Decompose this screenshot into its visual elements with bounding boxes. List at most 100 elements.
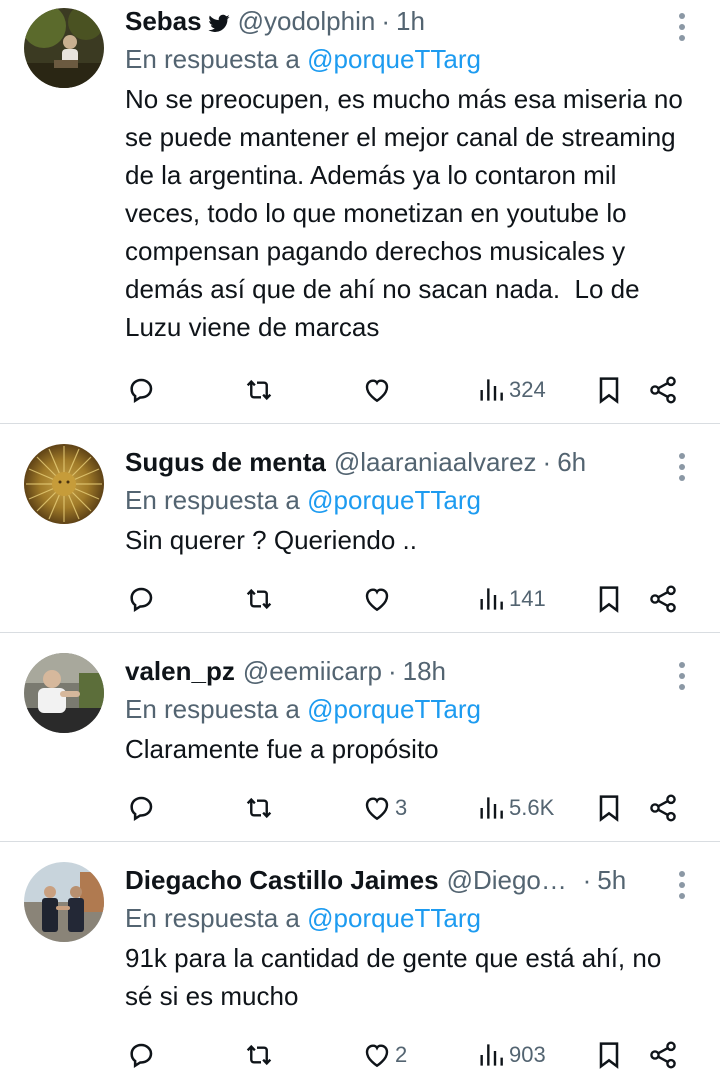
tweet[interactable]: Sebas @yodolphin · 1h En respuesta a @po… [0, 0, 720, 424]
tweet-actions: 141 [125, 579, 682, 619]
separator-dot: · [542, 446, 552, 477]
tweet[interactable]: Diegacho Castillo Jaimes @Diego_... · 5h… [0, 842, 720, 1084]
reply-icon [130, 378, 153, 403]
heart-icon [365, 379, 389, 403]
heart-icon [365, 797, 389, 821]
reply-context: En respuesta a @porqueTTarg [125, 899, 690, 937]
author-name[interactable]: valen_pz [125, 656, 235, 687]
views-chart-icon [480, 797, 503, 819]
separator-dot: · [582, 864, 592, 895]
like-button[interactable] [361, 579, 395, 619]
tweet-actions: 3 5.6K [125, 788, 682, 828]
reply-mention[interactable]: @porqueTTarg [307, 485, 481, 515]
tweet-actions: 324 [125, 370, 682, 410]
reply-context: En respuesta a @porqueTTarg [125, 690, 690, 728]
reply-icon [130, 796, 153, 821]
view-count: 141 [509, 586, 546, 611]
avatar[interactable] [24, 444, 104, 524]
tweet-text: 91k para la cantidad de gente que está a… [125, 943, 669, 1011]
heart-icon [365, 588, 389, 612]
timestamp[interactable]: 1h [396, 6, 425, 37]
avatar[interactable] [24, 653, 104, 733]
tweet[interactable]: valen_pz @eemiicarp · 18h En respuesta a… [0, 633, 720, 842]
retweet-icon [246, 797, 272, 819]
bookmark-icon [599, 795, 619, 822]
retweet-button[interactable] [243, 370, 275, 410]
tweet-actions: 2 903 [125, 1035, 682, 1075]
more-options-icon[interactable] [674, 659, 690, 693]
reply-prefix: En respuesta a [125, 44, 300, 74]
share-icon [650, 585, 676, 613]
retweet-icon [246, 588, 272, 610]
views-button[interactable]: 141 [475, 579, 546, 619]
more-options-icon[interactable] [674, 868, 690, 902]
reply-feed: Sebas @yodolphin · 1h En respuesta a @po… [0, 0, 720, 1084]
view-count: 324 [509, 377, 546, 402]
reply-mention[interactable]: @porqueTTarg [307, 44, 481, 74]
share-icon [650, 794, 676, 822]
like-count: 2 [395, 1042, 408, 1067]
timestamp[interactable]: 5h [597, 865, 626, 896]
retweet-button[interactable] [243, 1035, 275, 1075]
reply-button[interactable] [125, 1035, 157, 1075]
like-button[interactable]: 2 [361, 1035, 407, 1075]
reply-mention[interactable]: @porqueTTarg [307, 903, 481, 933]
timestamp[interactable]: 6h [557, 447, 586, 478]
retweet-button[interactable] [243, 788, 275, 828]
timestamp[interactable]: 18h [403, 656, 446, 687]
bookmark-icon [599, 1042, 619, 1069]
share-button[interactable] [647, 1035, 679, 1075]
retweet-icon [246, 379, 272, 401]
tweet-header: Sebas @yodolphin · 1h [125, 2, 690, 40]
like-button[interactable] [361, 370, 395, 410]
views-button[interactable]: 903 [475, 1035, 546, 1075]
tweet[interactable]: Sugus de menta @laaraniaalvarez · 6h En … [0, 424, 720, 633]
views-chart-icon [480, 1044, 503, 1066]
views-button[interactable]: 5.6K [475, 788, 554, 828]
share-button[interactable] [647, 370, 679, 410]
bird-icon [208, 10, 230, 32]
avatar[interactable] [24, 862, 104, 942]
reply-mention[interactable]: @porqueTTarg [307, 694, 481, 724]
author-handle[interactable]: @Diego_... [447, 865, 577, 896]
share-icon [650, 376, 676, 404]
like-count: 3 [395, 795, 408, 820]
reply-button[interactable] [125, 788, 157, 828]
reply-button[interactable] [125, 370, 157, 410]
view-count: 5.6K [509, 795, 555, 820]
view-count: 903 [509, 1042, 546, 1067]
author-name[interactable]: Sebas [125, 6, 202, 37]
bookmark-button[interactable] [593, 1035, 625, 1075]
reply-button[interactable] [125, 579, 157, 619]
views-chart-icon [480, 588, 503, 610]
bookmark-icon [599, 377, 619, 404]
more-options-icon[interactable] [674, 450, 690, 484]
reply-context: En respuesta a @porqueTTarg [125, 40, 690, 78]
like-button[interactable]: 3 [361, 788, 407, 828]
views-chart-icon [480, 379, 503, 401]
tweet-header: Sugus de menta @laaraniaalvarez · 6h [125, 443, 690, 481]
share-button[interactable] [647, 579, 679, 619]
tweet-text: Claramente fue a propósito [125, 734, 439, 764]
bookmark-button[interactable] [593, 788, 625, 828]
retweet-button[interactable] [243, 579, 275, 619]
tweet-text: No se preocupen, es mucho más esa miseri… [125, 84, 691, 342]
tweet-text: Sin querer ? Queriendo .. [125, 525, 417, 555]
tweet-header: Diegacho Castillo Jaimes @Diego_... · 5h [125, 861, 690, 899]
share-button[interactable] [647, 788, 679, 828]
author-name[interactable]: Diegacho Castillo Jaimes [125, 865, 439, 896]
tweet-header: valen_pz @eemiicarp · 18h [125, 652, 690, 690]
heart-icon [365, 1044, 389, 1068]
reply-prefix: En respuesta a [125, 485, 300, 515]
bookmark-button[interactable] [593, 370, 625, 410]
author-handle[interactable]: @eemiicarp [243, 656, 382, 687]
views-button[interactable]: 324 [475, 370, 546, 410]
author-handle[interactable]: @laaraniaalvarez [334, 447, 537, 478]
author-name[interactable]: Sugus de menta [125, 447, 326, 478]
separator-dot: · [381, 5, 390, 36]
reply-context: En respuesta a @porqueTTarg [125, 481, 690, 519]
avatar[interactable] [24, 8, 104, 88]
bookmark-button[interactable] [593, 579, 625, 619]
more-options-icon[interactable] [674, 10, 690, 44]
author-handle[interactable]: @yodolphin [238, 6, 376, 37]
